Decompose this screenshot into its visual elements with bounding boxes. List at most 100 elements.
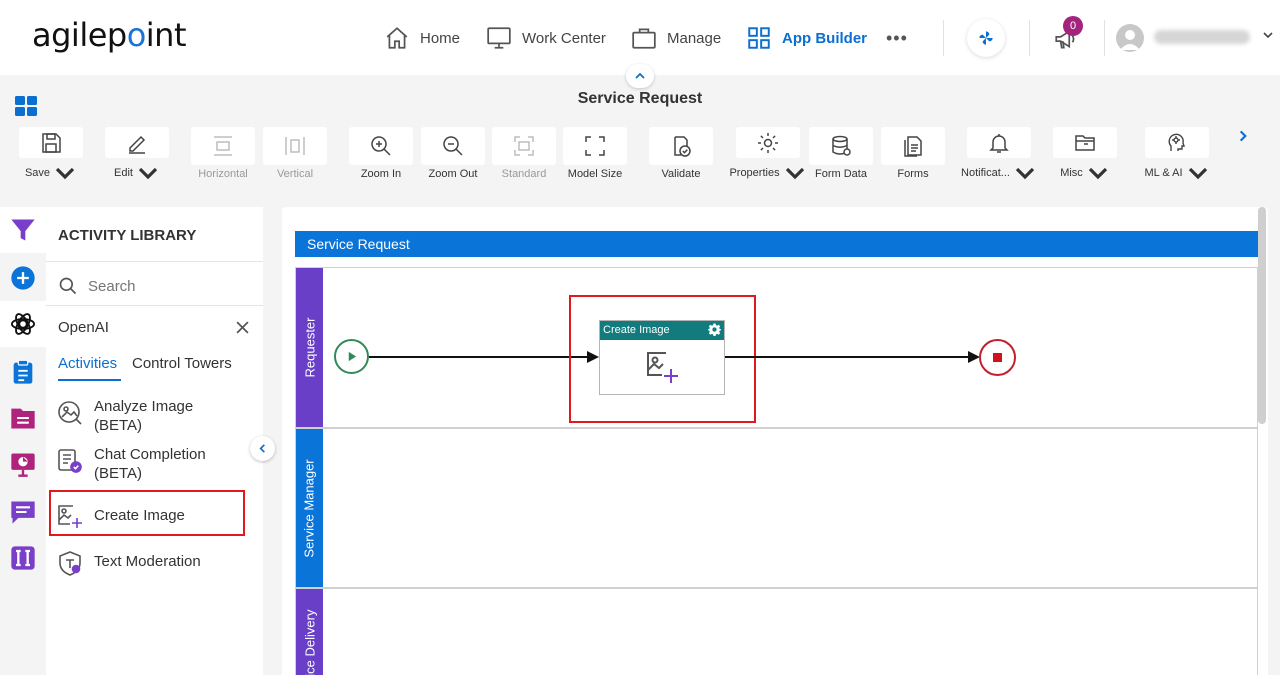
model-size-button[interactable]: Model Size: [562, 127, 628, 185]
app-grid-icon: [748, 27, 770, 49]
zoom-in-button[interactable]: Zoom In: [348, 127, 414, 185]
library-item-chat-completion[interactable]: Chat Completion (BETA): [56, 445, 234, 483]
chevron-down-icon: [1088, 167, 1107, 180]
ai-head-icon: [1168, 133, 1185, 151]
chevron-right-icon: [1239, 130, 1247, 142]
zoom-in-label: Zoom In: [360, 168, 402, 180]
lane-service-manager[interactable]: Service Manager: [295, 428, 1258, 588]
user-name-blurred[interactable]: [1154, 30, 1250, 44]
collapse-header-button[interactable]: [626, 64, 654, 88]
analyze-image-icon: [58, 401, 82, 425]
page-title: Service Request: [577, 90, 703, 107]
user-avatar[interactable]: [1116, 24, 1144, 52]
rail-analytics[interactable]: [0, 441, 46, 487]
nav-more-button[interactable]: •••: [886, 22, 908, 54]
person-icon: [1120, 30, 1140, 50]
database-icon: [832, 135, 851, 156]
active-tab-indicator: [58, 379, 121, 381]
notifications-button[interactable]: Notificat...: [961, 127, 1035, 185]
nav-manage[interactable]: Manage: [631, 22, 721, 54]
lane-label-text: Service Manager: [302, 458, 317, 558]
tab-control-towers[interactable]: Control Towers: [132, 355, 232, 372]
nav-manage-label: Manage: [667, 29, 722, 47]
nav-app-builder[interactable]: App Builder: [746, 22, 867, 54]
pinwheel-icon: [979, 31, 993, 45]
forms-label: Forms: [897, 168, 929, 180]
ml-ai-button[interactable]: ML & AI: [1144, 127, 1210, 185]
highlight-box-create-image-item: [49, 490, 245, 536]
zoom-in-icon: [371, 136, 391, 156]
lane-service-delivery[interactable]: Service Delivery: [295, 588, 1258, 675]
rail-openai[interactable]: [0, 301, 46, 347]
model-size-label: Model Size: [567, 168, 623, 180]
canvas-vertical-scrollbar[interactable]: [1258, 207, 1266, 424]
pool-header[interactable]: Service Request: [295, 231, 1258, 257]
forms-button[interactable]: Forms: [880, 127, 946, 185]
horizontal-layout-button[interactable]: Horizontal: [190, 127, 256, 185]
process-canvas[interactable]: Service Request Requester Service Manage…: [282, 207, 1268, 675]
divider: [46, 305, 263, 306]
notifications-label: Notificat...: [961, 167, 1010, 179]
standard-size-icon: [514, 136, 534, 156]
close-category-button[interactable]: [236, 318, 249, 339]
chevron-left-icon: [259, 444, 265, 453]
play-icon: [348, 351, 357, 362]
lane-label[interactable]: Service Manager: [296, 429, 323, 587]
toolbar-scroll-right-button[interactable]: [1236, 127, 1250, 148]
form-data-label: Form Data: [815, 168, 867, 180]
tab-activities[interactable]: Activities: [58, 355, 117, 372]
nav-home[interactable]: Home: [384, 22, 460, 54]
integration-icon: [11, 546, 35, 570]
save-button[interactable]: Save: [18, 127, 84, 185]
sequence-flow[interactable]: [369, 356, 587, 358]
agilepoint-logo[interactable]: agilepoint: [32, 16, 187, 54]
divider: [943, 20, 944, 56]
bell-icon: [989, 133, 1009, 153]
misc-button[interactable]: Misc: [1052, 127, 1118, 185]
rail-documents[interactable]: [0, 395, 46, 441]
search-input[interactable]: [88, 277, 238, 295]
form-data-button[interactable]: Form Data: [808, 127, 874, 185]
chevron-down-icon: [1015, 167, 1035, 180]
standard-label: Standard: [501, 168, 547, 180]
vertical-align-icon: [285, 137, 305, 155]
validate-button[interactable]: Validate: [648, 127, 714, 185]
standard-size-button[interactable]: Standard: [491, 127, 557, 185]
zoom-out-button[interactable]: Zoom Out: [420, 127, 486, 185]
rail-integrations[interactable]: [0, 535, 46, 581]
nav-home-label: Home: [420, 29, 461, 47]
close-icon: [236, 321, 249, 334]
stop-icon: [993, 353, 1002, 362]
lane-label[interactable]: Requester: [296, 268, 323, 427]
ml-ai-label: ML & AI: [1144, 167, 1183, 179]
end-event[interactable]: [979, 339, 1016, 376]
edit-label: Edit: [114, 167, 133, 179]
collapse-library-button[interactable]: [250, 436, 275, 461]
edit-button[interactable]: Edit: [104, 127, 170, 185]
rail-filter[interactable]: [0, 207, 46, 253]
start-event[interactable]: [334, 339, 369, 374]
properties-button[interactable]: Properties: [729, 127, 804, 185]
nav-work-center[interactable]: Work Center: [486, 22, 606, 54]
sequence-flow[interactable]: [725, 356, 968, 358]
activity-category-rail: [0, 207, 46, 675]
lane-requester[interactable]: Requester: [295, 267, 1258, 428]
vertical-layout-button[interactable]: Vertical: [262, 127, 328, 185]
more-icon: •••: [886, 27, 908, 48]
activity-library-panel: ACTIVITY LIBRARY OpenAI Activities Contr…: [46, 207, 263, 675]
nav-app-builder-label: App Builder: [782, 29, 867, 47]
rail-messages[interactable]: [0, 489, 46, 535]
library-item-analyze-image[interactable]: Analyze Image (BETA): [56, 397, 234, 435]
library-item-text-moderation[interactable]: Text Moderation: [56, 547, 234, 577]
agilepoint-ai-button[interactable]: [967, 19, 1005, 57]
validate-icon: [674, 136, 691, 157]
search-icon: [59, 277, 77, 295]
library-item-label: Analyze Image (BETA): [94, 398, 194, 434]
fit-screen-icon: [585, 136, 605, 156]
rail-add[interactable]: [0, 255, 46, 301]
rail-clipboard[interactable]: [0, 349, 46, 395]
add-circle-icon: [11, 266, 35, 290]
lane-label[interactable]: Service Delivery: [296, 589, 323, 675]
save-label: Save: [24, 167, 51, 179]
user-menu-chevron-icon[interactable]: [1262, 28, 1274, 46]
